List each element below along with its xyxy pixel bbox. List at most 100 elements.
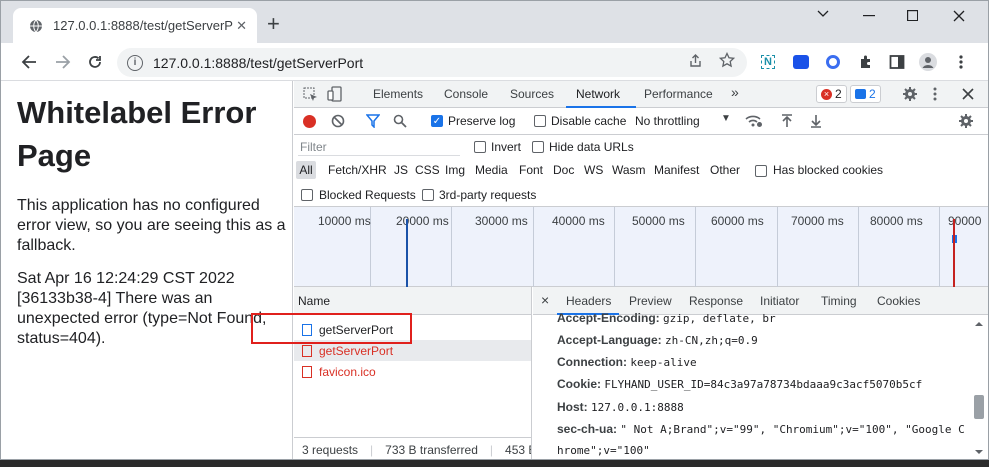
network-conditions-icon[interactable] bbox=[745, 114, 763, 128]
tab-preview[interactable]: Preview bbox=[629, 294, 672, 308]
timeline-tick-label: 10000 ms bbox=[318, 214, 371, 228]
page-title: Whitelabel Error Page bbox=[17, 95, 257, 173]
record-icon[interactable] bbox=[303, 115, 316, 128]
blocked-requests-checkbox[interactable] bbox=[301, 189, 313, 201]
error-icon: × bbox=[821, 88, 832, 100]
network-summary-bar: 3 requests | 733 B transferred | 453 B r… bbox=[294, 437, 531, 459]
network-timeline[interactable]: 10000 ms 20000 ms 30000 ms 40000 ms 5000… bbox=[294, 207, 988, 287]
settings-gear-icon[interactable] bbox=[902, 86, 918, 102]
message-count-badge[interactable]: 2 bbox=[850, 85, 881, 103]
type-doc[interactable]: Doc bbox=[553, 163, 574, 177]
maximize-icon[interactable] bbox=[907, 10, 918, 21]
transferred-size: 733 B transferred bbox=[385, 442, 478, 457]
type-font[interactable]: Font bbox=[519, 163, 543, 177]
timeline-tick bbox=[939, 207, 940, 287]
close-detail-icon[interactable]: × bbox=[541, 292, 549, 308]
search-icon[interactable] bbox=[393, 114, 407, 128]
reload-icon[interactable] bbox=[87, 54, 103, 70]
tab-sources[interactable]: Sources bbox=[510, 87, 554, 101]
video-extension-icon[interactable] bbox=[791, 52, 811, 72]
tab-cookies[interactable]: Cookies bbox=[877, 294, 920, 308]
request-row[interactable]: favicon.ico bbox=[294, 361, 531, 382]
tab-performance[interactable]: Performance bbox=[644, 87, 713, 101]
type-img[interactable]: Img bbox=[445, 163, 465, 177]
tab-network[interactable]: Network bbox=[576, 87, 620, 101]
minimize-icon[interactable] bbox=[863, 15, 875, 17]
dom-content-loaded-marker bbox=[406, 219, 408, 287]
type-all[interactable]: All bbox=[296, 161, 316, 179]
tab-response[interactable]: Response bbox=[689, 294, 743, 308]
request-detail-pane: × Headers Preview Response Initiator Tim… bbox=[533, 287, 988, 459]
tab-headers[interactable]: Headers bbox=[566, 294, 611, 308]
type-ws[interactable]: WS bbox=[584, 163, 603, 177]
filter-icon[interactable] bbox=[366, 114, 380, 128]
timeline-tick-label: 50000 ms bbox=[632, 214, 685, 228]
export-har-icon[interactable] bbox=[810, 114, 822, 128]
detail-scrollbar[interactable] bbox=[974, 321, 984, 457]
close-devtools-icon[interactable] bbox=[962, 88, 974, 100]
network-settings-icon[interactable] bbox=[958, 113, 974, 129]
clear-icon[interactable] bbox=[331, 114, 345, 128]
scrollbar-thumb[interactable] bbox=[974, 395, 984, 419]
scroll-down-arrow-icon[interactable] bbox=[975, 449, 983, 455]
network-toolbar: ✓ Preserve log Disable cache No throttli… bbox=[294, 108, 988, 135]
inspect-element-icon[interactable] bbox=[303, 87, 318, 102]
name-column-header[interactable]: Name bbox=[294, 287, 531, 315]
has-blocked-cookies-checkbox[interactable] bbox=[755, 165, 767, 177]
target-extension-icon[interactable] bbox=[823, 52, 843, 72]
chevron-down-icon[interactable] bbox=[817, 10, 829, 18]
preserve-log-checkbox[interactable]: ✓ bbox=[431, 115, 443, 127]
profile-avatar-icon[interactable] bbox=[918, 52, 938, 72]
message-count: 2 bbox=[869, 87, 876, 101]
more-tabs-icon[interactable]: » bbox=[731, 84, 739, 100]
url-text[interactable]: 127.0.0.1:8888/test/getServerPort bbox=[153, 55, 363, 71]
import-har-icon[interactable] bbox=[781, 114, 793, 128]
resource-type-filters: All Fetch/XHR JS CSS Img Media Font Doc … bbox=[294, 159, 988, 183]
header-cookie: Cookie: FLYHAND_USER_ID=84c3a97a78734bda… bbox=[557, 377, 923, 391]
timeline-tick-label: 30000 ms bbox=[475, 214, 528, 228]
tab-elements[interactable]: Elements bbox=[373, 87, 423, 101]
side-panel-icon[interactable] bbox=[887, 52, 907, 72]
type-manifest[interactable]: Manifest bbox=[654, 163, 699, 177]
invert-checkbox[interactable] bbox=[474, 141, 486, 153]
throttling-dropdown-icon[interactable]: ▼ bbox=[721, 113, 731, 124]
type-js[interactable]: JS bbox=[394, 163, 408, 177]
extension-n-icon[interactable]: N bbox=[758, 52, 778, 72]
tab-console[interactable]: Console bbox=[444, 87, 488, 101]
scroll-up-arrow-icon[interactable] bbox=[975, 321, 983, 327]
third-party-label: 3rd-party requests bbox=[439, 188, 537, 202]
blocked-requests-label: Blocked Requests bbox=[319, 188, 416, 202]
close-tab-icon[interactable]: ✕ bbox=[236, 18, 247, 34]
timeline-tick bbox=[614, 207, 615, 287]
timeline-tick bbox=[858, 207, 859, 287]
filter-input[interactable]: Filter bbox=[298, 138, 460, 156]
back-arrow-icon[interactable] bbox=[21, 54, 37, 70]
tab-timing[interactable]: Timing bbox=[821, 294, 857, 308]
tab-initiator[interactable]: Initiator bbox=[760, 294, 799, 308]
type-other[interactable]: Other bbox=[710, 163, 740, 177]
close-window-icon[interactable] bbox=[953, 10, 965, 22]
forward-arrow-icon[interactable] bbox=[55, 54, 71, 70]
new-tab-button[interactable]: + bbox=[267, 11, 280, 37]
globe-icon bbox=[30, 19, 42, 32]
throttling-select[interactable]: No throttling bbox=[635, 114, 700, 128]
has-blocked-cookies-label: Has blocked cookies bbox=[773, 163, 884, 177]
type-media[interactable]: Media bbox=[475, 163, 508, 177]
address-bar[interactable]: i 127.0.0.1:8888/test/getServerPort bbox=[117, 48, 747, 77]
type-wasm[interactable]: Wasm bbox=[612, 163, 646, 177]
error-count-badge[interactable]: × 2 bbox=[816, 85, 847, 103]
device-toolbar-icon[interactable] bbox=[327, 86, 343, 102]
tab-strip: 127.0.0.1:8888/test/getServerP ✕ + bbox=[1, 1, 988, 43]
type-fetch-xhr[interactable]: Fetch/XHR bbox=[328, 163, 387, 177]
bookmark-star-icon[interactable] bbox=[719, 52, 735, 68]
share-icon[interactable] bbox=[688, 53, 703, 68]
third-party-checkbox[interactable] bbox=[422, 189, 434, 201]
type-css[interactable]: CSS bbox=[415, 163, 440, 177]
browser-tab[interactable]: 127.0.0.1:8888/test/getServerP ✕ bbox=[13, 8, 257, 43]
puzzle-extensions-icon[interactable] bbox=[856, 52, 876, 72]
kebab-menu-icon[interactable] bbox=[951, 52, 971, 72]
devtools-menu-icon[interactable] bbox=[933, 86, 937, 102]
site-info-icon[interactable]: i bbox=[127, 54, 143, 71]
hide-data-urls-checkbox[interactable] bbox=[532, 141, 544, 153]
disable-cache-checkbox[interactable] bbox=[534, 115, 546, 127]
